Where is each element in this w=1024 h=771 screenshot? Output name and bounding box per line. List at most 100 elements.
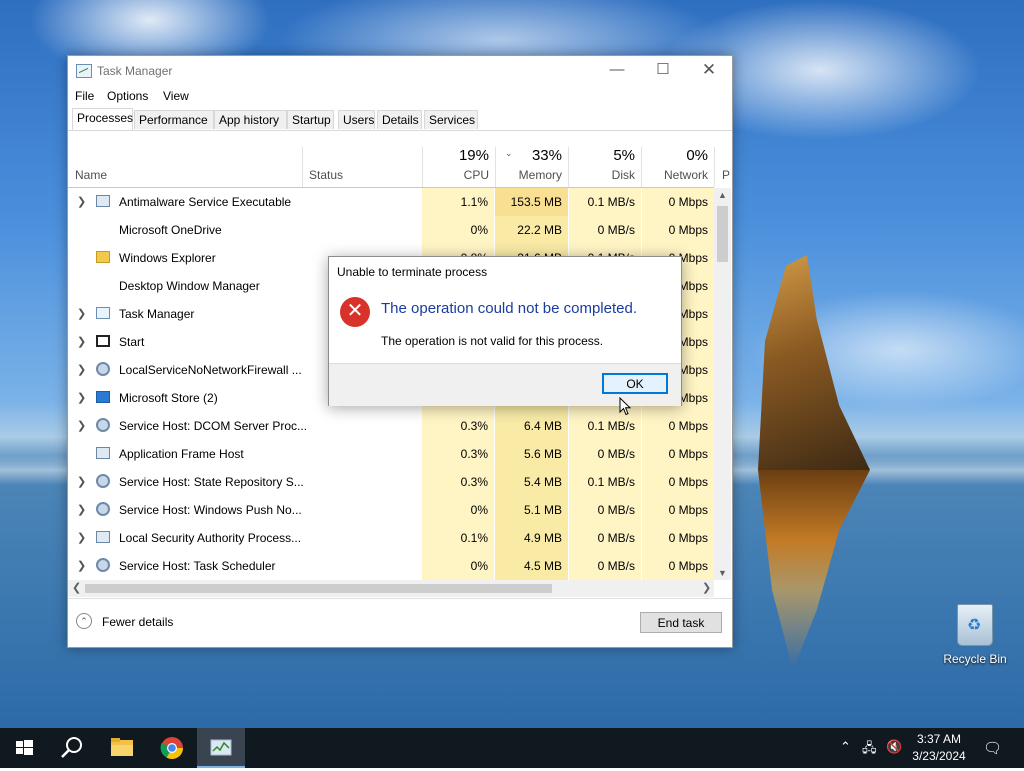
expand-chevron-icon[interactable]: ❯ [77,419,86,432]
network-icon[interactable]: 🖧 [862,739,877,761]
disk-value: 0 MB/s [569,440,641,468]
cpu-value: 0.3% [422,440,494,468]
network-value: 0 Mbps [642,412,714,440]
wallpaper-rock [758,255,870,470]
memory-value: 22.2 MB [495,216,568,244]
notification-icon[interactable]: 🗨 [983,739,1002,757]
cpu-value: 0% [422,552,494,580]
end-task-button[interactable]: End task [640,612,722,633]
expand-chevron-icon[interactable]: ❯ [77,391,86,404]
memory-value: 6.4 MB [495,412,568,440]
folder-icon [96,251,110,263]
scroll-right-icon[interactable]: ❯ [702,581,711,594]
process-name: Microsoft Store (2) [119,391,218,405]
tab-services[interactable]: Services [424,110,478,129]
process-name: Application Frame Host [119,447,244,461]
minimize-button[interactable]: — [594,56,640,86]
memory-total: 33% [531,147,562,164]
scroll-up-icon[interactable]: ▲ [718,190,727,200]
recycle-bin-icon: ♻ [957,604,993,646]
expand-chevron-icon[interactable]: ❯ [77,363,86,376]
error-icon: ✕ [340,297,370,327]
vertical-scrollbar[interactable]: ▲ ▼ [714,188,731,580]
column-power-label: P [722,168,731,182]
memory-value: 153.5 MB [495,188,568,216]
expand-chevron-icon[interactable]: ❯ [77,307,86,320]
disk-value: 0 MB/s [569,524,641,552]
close-button[interactable]: ✕ [686,56,732,86]
process-name: Service Host: State Repository S... [119,475,304,489]
chevron-up-icon[interactable]: ⌃ [840,739,851,755]
expand-chevron-icon[interactable]: ❯ [77,531,86,544]
table-row[interactable]: ❯ Service Host: DCOM Server Proc... 0.3%… [68,412,714,440]
ok-button[interactable]: OK [602,373,668,394]
memory-value: 4.5 MB [495,552,568,580]
network-value: 0 Mbps [642,468,714,496]
expand-chevron-icon[interactable]: ❯ [77,195,86,208]
scroll-left-icon[interactable]: ❮ [72,581,81,594]
horizontal-scroll-thumb[interactable] [85,584,552,593]
table-row[interactable]: ❯ Antimalware Service Executable 1.1% 15… [68,188,714,216]
expand-chevron-icon[interactable]: ❯ [77,503,86,516]
column-cpu[interactable]: 19% CPU [422,131,495,188]
process-name: Task Manager [119,307,195,321]
horizontal-scrollbar[interactable]: ❮ ❯ [68,580,714,597]
start-button[interactable] [0,728,48,768]
column-disk[interactable]: 5% Disk [568,131,641,188]
maximize-button[interactable]: ☐ [640,56,686,86]
menu-view[interactable]: View [163,89,189,103]
process-name: Service Host: DCOM Server Proc... [119,419,308,433]
memory-value: 5.6 MB [495,440,568,468]
recycle-bin[interactable]: ♻ Recycle Bin [940,600,1010,666]
clock[interactable]: 3:37 AM 3/23/2024 [903,731,975,765]
tab-app-history[interactable]: App history [214,110,287,129]
column-network[interactable]: 0% Network [641,131,714,188]
file-explorer-taskbar-button[interactable] [98,728,146,768]
menu-options[interactable]: Options [107,89,148,103]
expand-chevron-icon[interactable]: ❯ [77,475,86,488]
process-name: Service Host: Windows Push No... [119,503,302,517]
disk-value: 0 MB/s [569,552,641,580]
scroll-down-icon[interactable]: ▼ [718,568,727,578]
table-row[interactable]: ❯ Service Host: State Repository S... 0.… [68,468,714,496]
column-name[interactable]: Name [68,131,302,188]
menu-bar: File Options View [68,86,732,106]
tab-performance[interactable]: Performance [134,110,214,129]
tab-startup[interactable]: Startup [287,110,334,129]
chrome-taskbar-button[interactable] [148,728,196,768]
expand-chevron-icon[interactable]: ❯ [77,559,86,572]
table-row[interactable]: ❯ Service Host: Windows Push No... 0% 5.… [68,496,714,524]
disk-value: 0 MB/s [569,216,641,244]
table-row[interactable]: ❯ Service Host: Task Scheduler 0% 4.5 MB… [68,552,714,580]
cpu-value: 0.3% [422,412,494,440]
window-title: Task Manager [97,64,173,78]
table-row[interactable]: Microsoft OneDrive 0% 22.2 MB 0 MB/s 0 M… [68,216,714,244]
network-label: Network [663,168,708,182]
search-button[interactable] [48,728,96,768]
process-name: Service Host: Task Scheduler [119,559,276,573]
table-row[interactable]: ❯ Local Security Authority Process... 0.… [68,524,714,552]
task-manager-taskbar-button[interactable] [197,728,245,768]
tab-processes[interactable]: Processes [72,108,133,130]
table-row[interactable]: Application Frame Host 0.3% 5.6 MB 0 MB/… [68,440,714,468]
footer-divider [68,598,732,599]
vertical-scroll-thumb[interactable] [717,206,728,262]
gear-icon [96,502,110,516]
tab-users[interactable]: Users [338,110,375,129]
column-power-partial[interactable]: P [714,131,731,188]
cpu-value: 0% [422,216,494,244]
process-window-icon [96,531,110,543]
title-bar[interactable]: Task Manager — ☐ ✕ [68,56,732,86]
store-icon [96,391,110,403]
network-total: 0% [686,147,708,164]
volume-muted-icon[interactable]: 🔇 [886,739,902,755]
expand-chevron-icon[interactable]: ❯ [77,335,86,348]
gear-icon [96,362,110,376]
menu-file[interactable]: File [75,89,94,103]
column-status[interactable]: Status [302,131,422,188]
network-value: 0 Mbps [642,552,714,580]
process-window-icon [96,195,110,207]
chrome-icon [160,737,183,759]
tab-details[interactable]: Details [377,110,422,129]
column-memory[interactable]: 33% Memory [495,131,568,188]
